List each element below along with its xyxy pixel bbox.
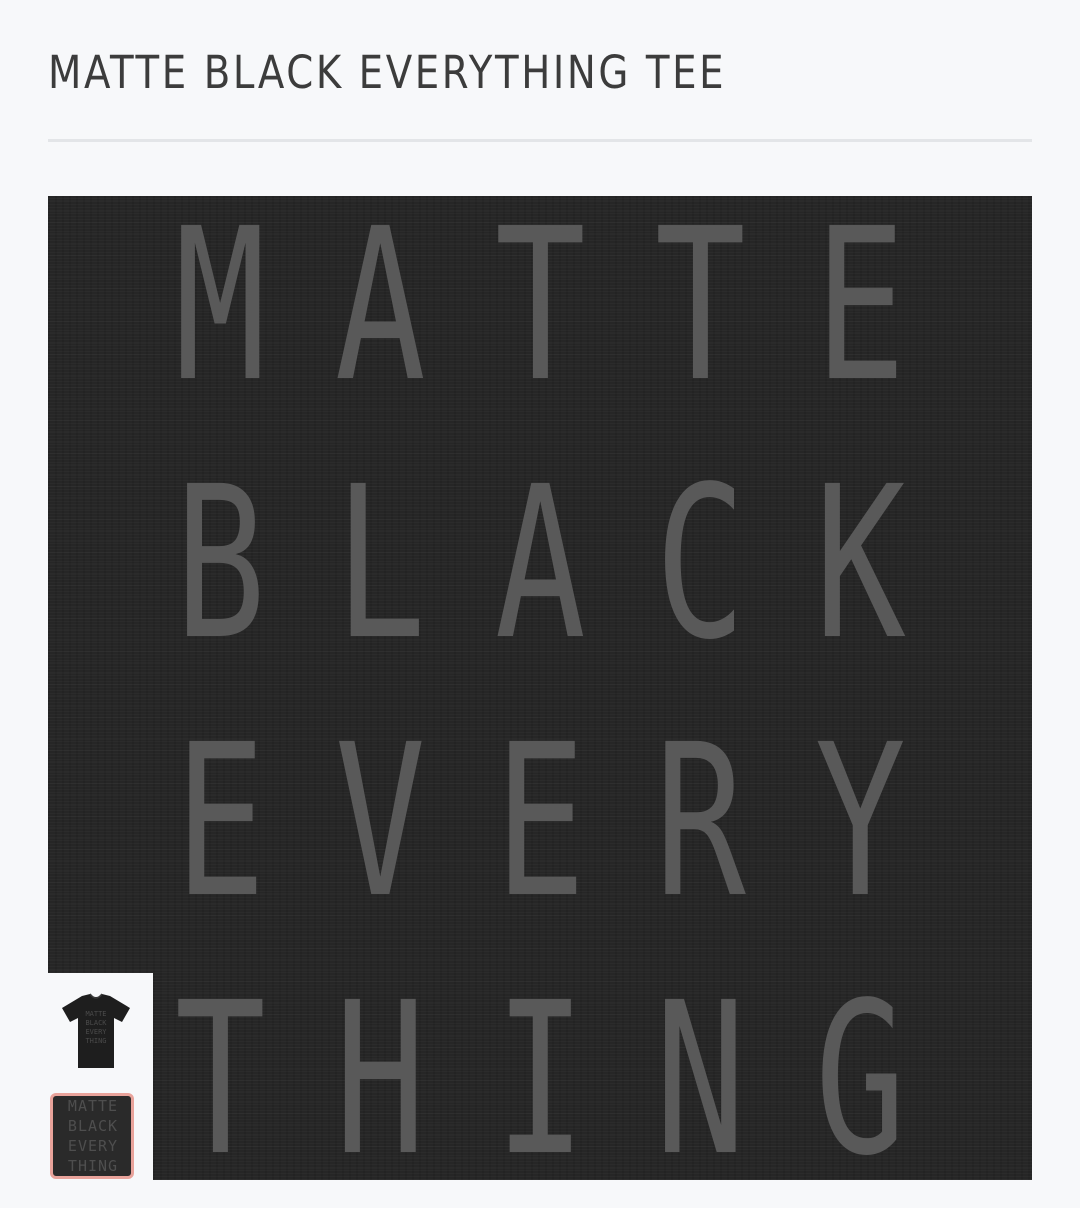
print-row-1: M A T T E [158,196,918,428]
print-letter: V [334,699,426,944]
print-letter: A [494,441,586,686]
print-row-4: T H I N G [158,957,918,1181]
print-letter: T [494,196,586,428]
print-letter: H [334,957,426,1181]
print-letter: T [654,196,746,428]
thumbnail-tee-front[interactable]: MATTE BLACK EVERY THING [56,990,136,1070]
print-letter: E [814,196,906,428]
print-letter: G [814,957,906,1181]
svg-text:MATTE: MATTE [85,1010,106,1018]
print-letter: I [494,957,586,1181]
thumbnail-design-closeup[interactable]: MATTE BLACK EVERY THING [50,1093,134,1179]
svg-text:EVERY: EVERY [85,1028,107,1036]
mini-print-row: THING [67,1157,119,1175]
main-product-image[interactable]: M A T T E B L A C K E V E R Y T H I N G [48,196,1032,1180]
print-letter: R [654,699,746,944]
print-letter: M [174,196,266,428]
print-letter: E [494,699,586,944]
mini-print-row: EVERY [67,1137,119,1155]
title-divider [48,139,1032,142]
print-letter: B [174,441,266,686]
print-letter: A [334,196,426,428]
svg-text:BLACK: BLACK [85,1019,107,1027]
thumbnail-strip: MATTE BLACK EVERY THING MATTE BLACK EVER… [48,973,153,1180]
print-design: M A T T E B L A C K E V E R Y T H I N G [158,196,918,1181]
print-letter: C [654,441,746,686]
page-title: MATTE BLACK EVERYTHING TEE [48,46,727,99]
print-row-2: B L A C K [158,441,918,686]
svg-text:THING: THING [85,1037,106,1045]
print-letter: L [334,441,426,686]
print-letter: K [814,441,906,686]
print-letter: T [174,957,266,1181]
tshirt-icon: MATTE BLACK EVERY THING [62,993,130,1068]
print-letter: N [654,957,746,1181]
mini-print-row: MATTE [67,1097,119,1115]
print-row-3: E V E R Y [158,699,918,944]
print-letter: E [174,699,266,944]
mini-print-row: BLACK [67,1117,119,1135]
print-letter: Y [814,699,906,944]
